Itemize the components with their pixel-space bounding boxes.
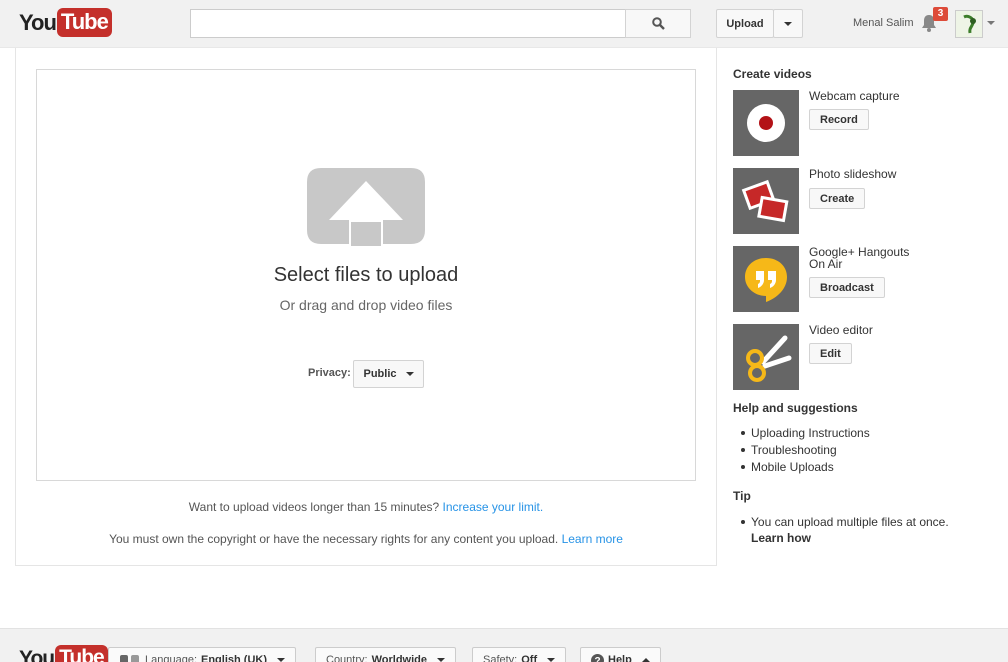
hangouts-title: Google+ Hangouts On Air (809, 246, 909, 270)
user-name[interactable]: Menal Salim (853, 17, 914, 29)
country-label: Country: (326, 654, 368, 662)
search-button[interactable] (625, 9, 691, 38)
language-label: Language: (145, 654, 197, 662)
language-button[interactable]: Language: English (UK) (108, 647, 296, 662)
privacy-value: Public (363, 368, 397, 380)
increase-limit-link[interactable]: Increase your limit. (443, 500, 544, 514)
avatar[interactable] (955, 10, 983, 38)
chevron-down-icon (437, 658, 445, 662)
safety-button[interactable]: Safety: Off (472, 647, 567, 662)
webcam-record-icon (733, 90, 799, 156)
youtube-logo[interactable]: You Tube (19, 8, 112, 37)
privacy-select[interactable]: Public (353, 360, 424, 388)
upload-dropdown-button[interactable] (773, 9, 803, 38)
chevron-down-icon (277, 658, 285, 662)
select-files-title[interactable]: Select files to upload (0, 264, 732, 287)
avatar-image-icon (956, 11, 982, 37)
upload-arrow-icon[interactable] (307, 168, 425, 246)
scissors-icon (733, 324, 799, 390)
chevron-up-icon (641, 658, 650, 662)
country-value: Worldwide (371, 654, 427, 662)
learn-more-link[interactable]: Learn more (562, 532, 623, 546)
slideshow-thumbnail[interactable] (733, 168, 799, 234)
footer-logo-tube: Tube (55, 645, 108, 662)
help-links-list: Uploading Instructions Troubleshooting M… (741, 426, 870, 477)
language-icon (120, 655, 139, 662)
copyright-text: You must own the copyright or have the n… (109, 532, 559, 546)
footer-logo-you: You (19, 646, 55, 662)
footer: You Tube Language: English (UK) Country:… (0, 628, 1008, 662)
help-icon: ? (591, 653, 604, 662)
edit-button[interactable]: Edit (809, 343, 852, 364)
mobile-uploads-link[interactable]: Mobile Uploads (741, 460, 870, 477)
learn-how-link[interactable]: Learn how (751, 531, 811, 545)
copyright-note: You must own the copyright or have the n… (0, 532, 732, 546)
chevron-down-icon (547, 658, 556, 662)
video-editor-title: Video editor (809, 323, 873, 337)
record-button[interactable]: Record (809, 109, 869, 130)
help-label: Help (608, 654, 632, 662)
country-button[interactable]: Country: Worldwide (315, 647, 456, 662)
masthead: You Tube Upload Menal Salim 3 (0, 0, 1008, 48)
chevron-down-icon (784, 21, 792, 26)
help-button[interactable]: ? Help (580, 647, 661, 662)
hangouts-thumbnail[interactable] (733, 246, 799, 312)
account-dropdown-icon[interactable] (987, 21, 995, 25)
chevron-down-icon (405, 372, 414, 376)
help-heading: Help and suggestions (733, 401, 858, 415)
safety-label: Safety: (483, 654, 518, 662)
language-value: English (UK) (201, 654, 267, 662)
webcam-thumbnail[interactable] (733, 90, 799, 156)
upload-limit-note: Want to upload videos longer than 15 min… (0, 500, 732, 514)
troubleshooting-link[interactable]: Troubleshooting (741, 443, 870, 460)
search-icon (651, 17, 665, 30)
video-editor-thumbnail[interactable] (733, 324, 799, 390)
hangouts-title-line2: On Air (809, 257, 843, 271)
tip-body: You can upload multiple files at once. (751, 515, 949, 529)
uploading-instructions-link[interactable]: Uploading Instructions (741, 426, 870, 443)
create-videos-heading: Create videos (733, 67, 812, 81)
upload-button[interactable]: Upload (716, 9, 774, 38)
tip-heading: Tip (733, 489, 751, 503)
search-input[interactable] (190, 9, 626, 38)
svg-text:?: ? (594, 656, 600, 662)
tip-text: You can upload multiple files at once. L… (741, 514, 1001, 546)
photo-slideshow-title: Photo slideshow (809, 167, 897, 181)
safety-value: Off (521, 654, 538, 662)
footer-youtube-logo[interactable]: You Tube (19, 645, 108, 662)
limit-text: Want to upload videos longer than 15 min… (188, 500, 440, 514)
photo-slideshow-icon (733, 168, 799, 234)
logo-tube-text: Tube (56, 8, 112, 37)
webcam-capture-title: Webcam capture (809, 89, 900, 103)
drag-drop-hint: Or drag and drop video files (279, 297, 453, 313)
hangouts-icon (733, 246, 799, 312)
notification-count-badge: 3 (933, 7, 948, 21)
privacy-label: Privacy: (308, 367, 351, 379)
logo-you-text: You (19, 9, 57, 35)
broadcast-button[interactable]: Broadcast (809, 277, 885, 298)
create-slideshow-button[interactable]: Create (809, 188, 866, 209)
